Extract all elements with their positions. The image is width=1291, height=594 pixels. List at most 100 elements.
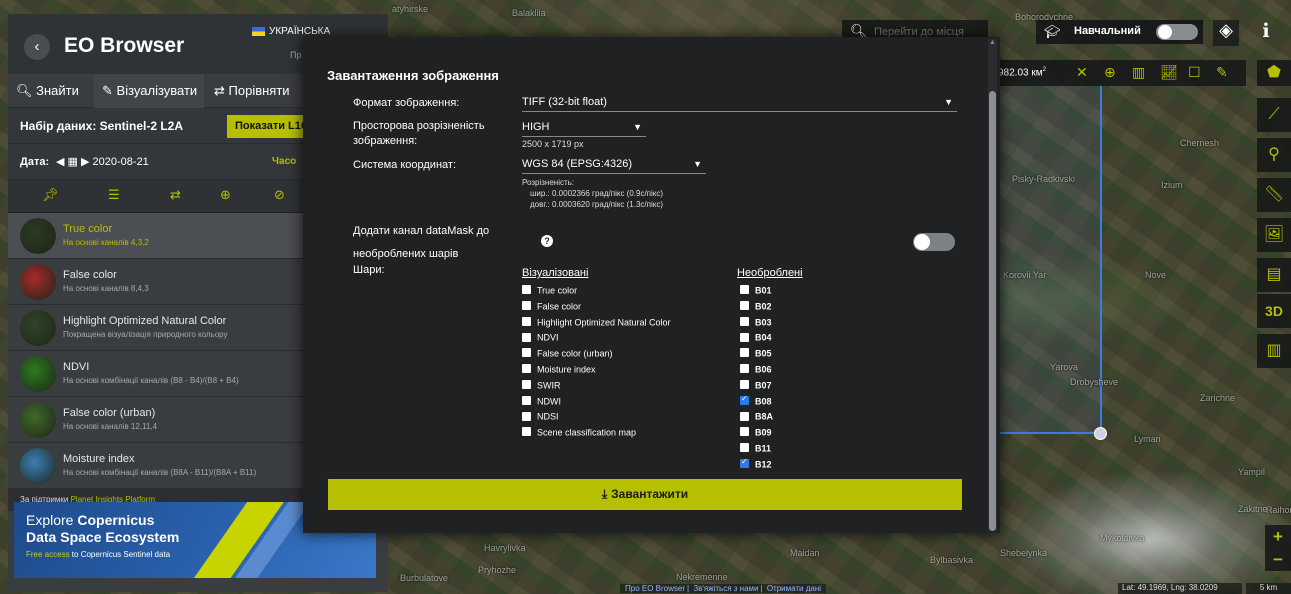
raw-band-checkbox[interactable]: B02 [740,300,772,316]
raw-band-checkbox[interactable]: B09 [740,427,772,442]
resolution-select[interactable]: HIGH ▼ [522,119,646,137]
statistics-tool[interactable]: ▥ [1257,334,1291,368]
checkbox[interactable] [740,348,749,358]
sliders-icon[interactable]: ☰ [108,187,120,203]
bar-chart-icon[interactable]: ▥ [1132,64,1145,81]
visualized-layer-checkbox[interactable]: NDWI [522,395,561,411]
checkbox[interactable] [740,394,749,405]
modal-scrollbar[interactable]: ▲ [988,39,997,531]
raw-band-checkbox[interactable]: B03 [740,316,772,332]
crosshair-icon[interactable]: ⊕ [220,187,231,203]
checkbox[interactable] [522,332,531,342]
scroll-thumb[interactable] [989,91,996,531]
format-label: Формат зображення: [353,97,460,109]
checkbox[interactable] [522,427,531,437]
checkbox[interactable] [740,364,749,374]
tab-compare[interactable]: ⇄ Порівняти [214,83,290,99]
about-link[interactable]: Про EO Browser [625,584,685,593]
checkbox[interactable] [522,379,531,389]
tab-visualize[interactable]: ✎ Візуалізувати [94,74,204,108]
tutorial-toggle[interactable] [1156,24,1198,40]
date-picker[interactable]: ◀ ▦ ▶ 2020-08-21 [56,155,149,168]
zoom-out-button[interactable]: − [1265,548,1291,571]
visualized-layer-checkbox[interactable]: False color [522,300,581,316]
swap-icon[interactable]: ⇄ [170,187,181,203]
measure-tool[interactable]: 📏︎ [1257,178,1291,212]
date-value: 2020-08-21 [92,156,149,168]
line-chart-icon[interactable]: 📈︎ [1160,64,1178,81]
checkbox-label: B08 [755,396,772,407]
tab-search[interactable]: 🔍︎ Знайти [16,83,79,99]
visualized-layer-checkbox[interactable]: False color (urban) [522,348,613,363]
checkbox[interactable] [740,316,749,326]
poi-tool[interactable]: ⚲ [1257,138,1291,172]
3d-tool[interactable]: 3D [1257,294,1291,328]
download-button[interactable]: ⤓ Завантажити [328,479,962,510]
visualized-layer-checkbox[interactable]: True color [522,285,577,300]
measure-line-tool[interactable]: ⟋ [1257,98,1291,132]
checkbox[interactable] [740,379,749,389]
visualized-layer-checkbox[interactable]: Highlight Optimized Natural Color [522,316,671,332]
close-icon[interactable]: ✕ [1076,64,1088,81]
checkbox[interactable] [522,364,531,374]
checkbox[interactable] [522,316,531,326]
checkbox[interactable] [522,285,531,295]
pencil-icon[interactable]: ✎ [1216,64,1228,81]
checkbox[interactable] [740,443,749,453]
visualized-layer-checkbox[interactable]: SWIR [522,379,561,395]
format-select[interactable]: TIFF (32-bit float) ▼ [522,94,957,112]
raw-band-checkbox[interactable]: B05 [740,348,772,363]
raw-band-checkbox[interactable]: B12 [740,457,772,474]
collapse-panel-button[interactable]: ‹ [24,34,50,60]
checkbox[interactable] [522,348,531,358]
checkbox[interactable] [740,411,749,421]
visualized-layer-checkbox[interactable]: Moisture index [522,364,596,379]
visualized-layer-checkbox[interactable]: Scene classification map [522,427,636,442]
download-icon: ⤓ [601,487,608,501]
checkbox[interactable] [740,285,749,295]
aoi-vertex-handle[interactable] [1094,427,1107,440]
raw-band-checkbox[interactable]: B06 [740,364,772,379]
raw-band-checkbox[interactable]: B08 [740,394,772,411]
pin-icon[interactable]: 📌︎ [42,187,59,203]
prev-date-icon[interactable]: ◀ [56,156,64,168]
checkbox[interactable] [522,300,531,310]
map-layers-button[interactable]: ◈ [1213,20,1239,46]
timelapse-link[interactable]: Часо [272,156,296,167]
crs-select[interactable]: WGS 84 (EPSG:4326) ▼ [522,156,706,174]
checkbox[interactable] [740,332,749,342]
checkbox[interactable] [522,411,531,421]
raw-band-checkbox[interactable]: B8A [740,411,773,426]
checkbox[interactable] [740,457,749,468]
visualized-layer-checkbox[interactable]: NDSI [522,411,559,426]
map-place-label: Maidan [790,548,820,558]
get-data-link[interactable]: Отримати дані [767,584,821,593]
raw-band-checkbox[interactable]: B07 [740,379,772,395]
square-icon[interactable]: ☐ [1188,64,1201,81]
help-icon[interactable]: ? [541,235,553,247]
image-download-icon: 🖼︎ [1263,226,1285,243]
language-select[interactable]: УКРАЇНСЬКА [252,26,330,37]
scroll-up-icon[interactable]: ▲ [988,39,997,47]
next-date-icon[interactable]: ▶ [81,156,89,168]
info-button[interactable]: i [1253,20,1279,46]
layers-icon: ◈ [1219,20,1233,40]
checkbox[interactable] [522,395,531,405]
checkbox[interactable] [740,427,749,437]
layer-description: На основі каналів 12,11,4 [63,422,158,431]
raw-band-checkbox[interactable]: B11 [740,443,771,458]
visualized-layer-checkbox[interactable]: NDVI [522,332,559,347]
promo-explore: Explore [26,512,78,528]
image-download-tool[interactable]: 🖼︎ [1257,218,1291,252]
zoom-in-button[interactable]: + [1265,525,1291,548]
checkbox[interactable] [740,300,749,310]
calendar-icon[interactable]: ▦ [68,156,78,168]
ruler-icon: 📏︎ [1263,186,1285,203]
datamask-toggle[interactable] [913,233,955,251]
timelapse-tool[interactable]: ▤ [1257,258,1291,292]
crosshair-icon[interactable]: ⊕ [1104,64,1116,81]
contact-link[interactable]: Зв'яжіться з нами [693,584,758,593]
raw-band-checkbox[interactable]: B04 [740,332,772,347]
eye-off-icon[interactable]: ⊘ [274,187,285,203]
raw-band-checkbox[interactable]: B01 [740,285,772,300]
